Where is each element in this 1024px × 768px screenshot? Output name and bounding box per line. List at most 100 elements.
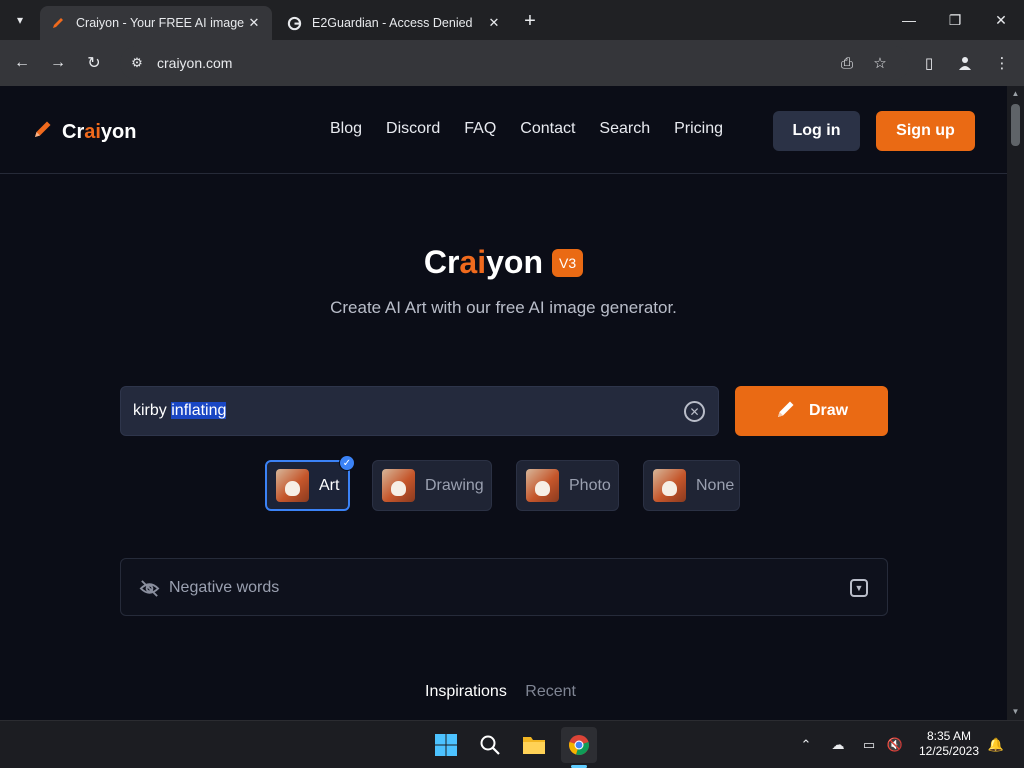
tab-title: Craiyon - Your FREE AI image g — [76, 16, 246, 30]
close-icon: ✕ — [689, 404, 700, 419]
prompt-input[interactable]: kirby inflating ✕ — [120, 386, 719, 436]
install-app-icon[interactable]: ⎙ — [835, 51, 859, 75]
volume-muted-icon[interactable]: 🔇 — [886, 736, 904, 754]
nav-faq[interactable]: FAQ — [464, 120, 496, 138]
hero-title-part1: Cr — [423, 244, 460, 280]
prompt-text-selected: inflating — [171, 402, 227, 419]
plus-icon: + — [524, 9, 536, 32]
site-logo[interactable]: Cr ai yon — [32, 118, 136, 146]
style-option-drawing[interactable]: Drawing — [372, 460, 492, 511]
close-icon[interactable]: ✕ — [486, 15, 502, 31]
negative-words-label: Negative words — [169, 579, 280, 596]
close-icon: ✕ — [995, 11, 1007, 28]
menu-kebab-icon[interactable]: ⋮ — [990, 51, 1014, 75]
minimize-button[interactable]: — — [886, 0, 932, 40]
bookmark-star-icon[interactable]: ☆ — [868, 51, 892, 75]
reload-icon: ↻ — [87, 55, 101, 72]
tab-title: E2Guardian - Access Denied — [312, 16, 473, 30]
chevron-down-icon[interactable]: ▼ — [850, 579, 868, 597]
notification-bell-icon[interactable]: 🔔 — [987, 736, 1005, 754]
version-badge: V3 — [552, 248, 584, 277]
style-label: Photo — [569, 476, 611, 494]
network-icon[interactable]: ▭ — [860, 736, 878, 754]
style-label: Art — [319, 476, 340, 494]
file-explorer-icon[interactable] — [516, 727, 552, 763]
hero-title: Cr ai yon V3 — [0, 244, 1007, 281]
reload-button[interactable]: ↻ — [80, 49, 108, 77]
site-settings-icon[interactable]: ⚙ — [128, 54, 146, 72]
draw-button[interactable]: Draw — [735, 386, 888, 436]
scroll-thumb[interactable] — [1011, 104, 1020, 146]
draw-label: Draw — [808, 402, 849, 419]
style-option-none[interactable]: None — [643, 460, 740, 511]
new-tab-button[interactable]: + — [518, 9, 542, 33]
side-panel-icon[interactable]: ▯ — [917, 51, 941, 75]
browser-toolbar: ← → ↻ ⚙ craiyon.com ⎙ ☆ ▯ ⋮ — [0, 40, 1024, 86]
main-nav: Blog Discord FAQ Contact Search Pricing — [330, 120, 747, 138]
fox-thumbnail-image — [276, 469, 309, 502]
hero-title-part3: yon — [486, 244, 543, 280]
nav-discord[interactable]: Discord — [386, 120, 440, 138]
windows-taskbar: ⌃ ☁ ▭ 🔇 8:35 AM 12/25/2023 🔔 — [0, 720, 1024, 768]
restore-icon: ❐ — [948, 11, 962, 28]
pencil-icon — [50, 15, 66, 31]
back-button[interactable]: ← — [8, 49, 36, 77]
signup-button[interactable]: Sign up — [876, 111, 975, 151]
nav-contact[interactable]: Contact — [520, 120, 575, 138]
fox-thumbnail-image — [526, 469, 559, 502]
onedrive-off-icon[interactable]: ☁ — [829, 736, 847, 754]
google-icon — [286, 15, 302, 31]
style-label: None — [696, 476, 735, 494]
tab-craiyon[interactable]: Craiyon - Your FREE AI image g ✕ — [40, 6, 272, 40]
nav-search[interactable]: Search — [599, 120, 650, 138]
tab-e2guardian[interactable]: E2Guardian - Access Denied ✕ — [276, 6, 512, 40]
fox-thumbnail-image — [382, 469, 415, 502]
eye-off-icon — [139, 578, 160, 599]
prompt-text-plain: kirby — [133, 402, 172, 419]
hero-title-part2: ai — [459, 244, 487, 280]
search-icon[interactable] — [472, 727, 508, 763]
scroll-down-icon[interactable]: ▼ — [1010, 707, 1021, 717]
pencil-icon — [775, 398, 797, 425]
chevron-down-icon: ▾ — [16, 13, 24, 27]
nav-pricing[interactable]: Pricing — [674, 120, 723, 138]
style-option-photo[interactable]: Photo — [516, 460, 619, 511]
clock-date: 12/25/2023 — [918, 744, 980, 758]
clear-prompt-button[interactable]: ✕ — [684, 401, 705, 422]
taskbar-clock[interactable]: 8:35 AM 12/25/2023 — [916, 729, 982, 759]
site-header: Cr ai yon Blog Discord FAQ Contact Search … — [0, 86, 1007, 174]
chrome-icon[interactable] — [561, 727, 597, 763]
pencil-icon — [32, 118, 54, 146]
login-button[interactable]: Log in — [773, 111, 860, 151]
browser-tab-bar: ▾ Craiyon - Your FREE AI image g ✕ E2Gua… — [0, 0, 1024, 40]
logo-text-part2: ai — [84, 120, 101, 143]
arrow-right-icon: → — [50, 54, 66, 71]
style-label: Drawing — [425, 476, 484, 494]
tab-recent[interactable]: Recent — [525, 683, 576, 700]
profile-icon[interactable] — [953, 51, 977, 75]
page-scrollbar[interactable]: ▲ ▼ — [1007, 86, 1024, 720]
address-bar[interactable]: ⚙ craiyon.com — [120, 46, 910, 80]
negative-words-panel[interactable]: Negative words ▼ — [120, 558, 888, 616]
chevron-up-icon[interactable]: ⌃ — [797, 736, 815, 754]
arrow-left-icon: ← — [14, 54, 30, 71]
scroll-up-icon[interactable]: ▲ — [1010, 89, 1021, 99]
logo-text-part1: Cr — [62, 120, 85, 143]
checkmark-icon: ✓ — [339, 455, 355, 471]
tab-inspirations[interactable]: Inspirations — [425, 683, 507, 700]
tab-search-button[interactable]: ▾ — [8, 8, 32, 32]
close-window-button[interactable]: ✕ — [978, 0, 1024, 40]
logo-text-part3: yon — [100, 120, 137, 143]
minimize-icon: — — [902, 12, 916, 28]
nav-blog[interactable]: Blog — [330, 120, 362, 138]
fox-thumbnail-image — [653, 469, 686, 502]
gallery-tabs: Inspirations Recent — [425, 683, 590, 701]
prompt-text: kirby inflating — [133, 402, 227, 420]
page-content: Cr ai yon Blog Discord FAQ Contact Search … — [0, 86, 1007, 720]
style-option-art[interactable]: Art ✓ — [265, 455, 355, 511]
windows-start-icon[interactable] — [428, 727, 464, 763]
clock-time: 8:35 AM — [926, 729, 972, 743]
close-icon[interactable]: ✕ — [246, 15, 262, 31]
restore-button[interactable]: ❐ — [932, 0, 978, 40]
forward-button[interactable]: → — [44, 49, 72, 77]
